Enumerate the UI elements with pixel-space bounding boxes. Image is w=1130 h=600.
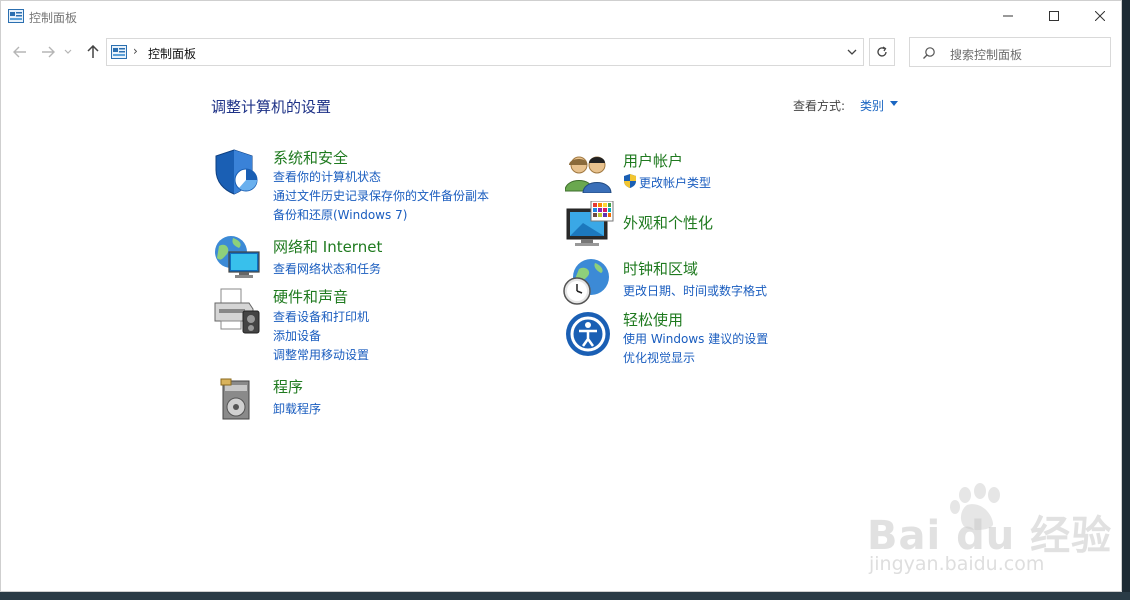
view-by-label: 查看方式:	[793, 99, 846, 113]
minimize-icon	[1003, 15, 1013, 17]
up-button[interactable]	[84, 43, 102, 61]
taskbar-strip	[0, 592, 1130, 600]
uac-shield-icon	[624, 174, 636, 188]
network-icon[interactable]	[213, 234, 263, 280]
refresh-button[interactable]	[869, 38, 895, 66]
link-network-status-tasks[interactable]: 查看网络状态和任务	[273, 260, 381, 277]
search-icon	[923, 47, 935, 59]
control-panel-window: 控制面板 › 控制面板 搜索控制面板 调整计算机的设置 查看方式: 类别 系统和…	[0, 0, 1122, 592]
link-devices-printers[interactable]: 查看设备和打印机	[273, 308, 369, 325]
category-title[interactable]: 程序	[273, 376, 303, 397]
category-title[interactable]: 外观和个性化	[623, 212, 713, 233]
recent-locations-button[interactable]	[63, 43, 73, 61]
view-by-dropdown[interactable]: 类别	[860, 97, 884, 114]
chevron-down-icon[interactable]	[847, 46, 857, 58]
link-mobility-settings[interactable]: 调整常用移动设置	[273, 346, 369, 363]
link-view-computer-status[interactable]: 查看你的计算机状态	[273, 168, 381, 185]
chevron-down-icon	[64, 49, 72, 54]
link-change-date-time-format[interactable]: 更改日期、时间或数字格式	[623, 282, 767, 299]
printer-icon[interactable]	[213, 287, 263, 335]
watermark-url: jingyan.baidu.com	[869, 553, 1045, 575]
link-backup-restore[interactable]: 备份和还原(Windows 7)	[273, 206, 407, 223]
minimize-button[interactable]	[985, 1, 1031, 31]
control-panel-icon	[111, 45, 127, 59]
arrow-left-icon	[13, 46, 26, 58]
category-title[interactable]: 轻松使用	[623, 309, 683, 330]
shield-icon[interactable]	[214, 148, 260, 196]
link-uninstall-program[interactable]: 卸载程序	[273, 400, 321, 417]
clock-globe-icon[interactable]	[563, 257, 613, 307]
ease-of-access-icon[interactable]	[565, 311, 611, 357]
users-icon[interactable]	[565, 153, 613, 193]
category-title[interactable]: 硬件和声音	[273, 286, 348, 307]
close-icon	[1095, 11, 1105, 21]
category-title[interactable]: 系统和安全	[273, 147, 348, 168]
link-optimize-visual-display[interactable]: 优化视觉显示	[623, 349, 695, 366]
refresh-icon	[877, 46, 887, 57]
link-change-account-type[interactable]: 更改帐户类型	[639, 174, 711, 191]
page-title: 调整计算机的设置	[211, 98, 332, 116]
arrow-right-icon	[42, 46, 55, 58]
category-title[interactable]: 网络和 Internet	[273, 236, 382, 257]
search-box[interactable]: 搜索控制面板	[909, 37, 1111, 67]
control-panel-icon	[8, 9, 24, 23]
category-title[interactable]: 用户帐户	[623, 150, 683, 171]
programs-icon[interactable]	[219, 377, 255, 421]
window-title: 控制面板	[29, 11, 78, 25]
title-bar[interactable]: 控制面板	[1, 1, 1121, 33]
maximize-icon	[1049, 11, 1059, 21]
link-file-history-backup[interactable]: 通过文件历史记录保存你的文件备份副本	[273, 187, 489, 204]
back-button[interactable]	[11, 43, 29, 61]
forward-button[interactable]	[39, 43, 57, 61]
maximize-button[interactable]	[1031, 1, 1077, 31]
appearance-icon[interactable]	[565, 201, 615, 251]
close-button[interactable]	[1077, 1, 1121, 31]
breadcrumb-separator: ›	[133, 44, 138, 58]
breadcrumb-control-panel[interactable]: 控制面板	[148, 45, 196, 62]
search-input[interactable]: 搜索控制面板	[950, 46, 1022, 63]
link-add-device[interactable]: 添加设备	[273, 327, 321, 344]
category-title[interactable]: 时钟和区域	[623, 258, 698, 279]
address-bar[interactable]: › 控制面板	[106, 38, 864, 66]
link-windows-recommended-settings[interactable]: 使用 Windows 建议的设置	[623, 330, 768, 347]
caret-down-icon[interactable]	[890, 101, 898, 106]
arrow-up-icon	[87, 45, 99, 58]
